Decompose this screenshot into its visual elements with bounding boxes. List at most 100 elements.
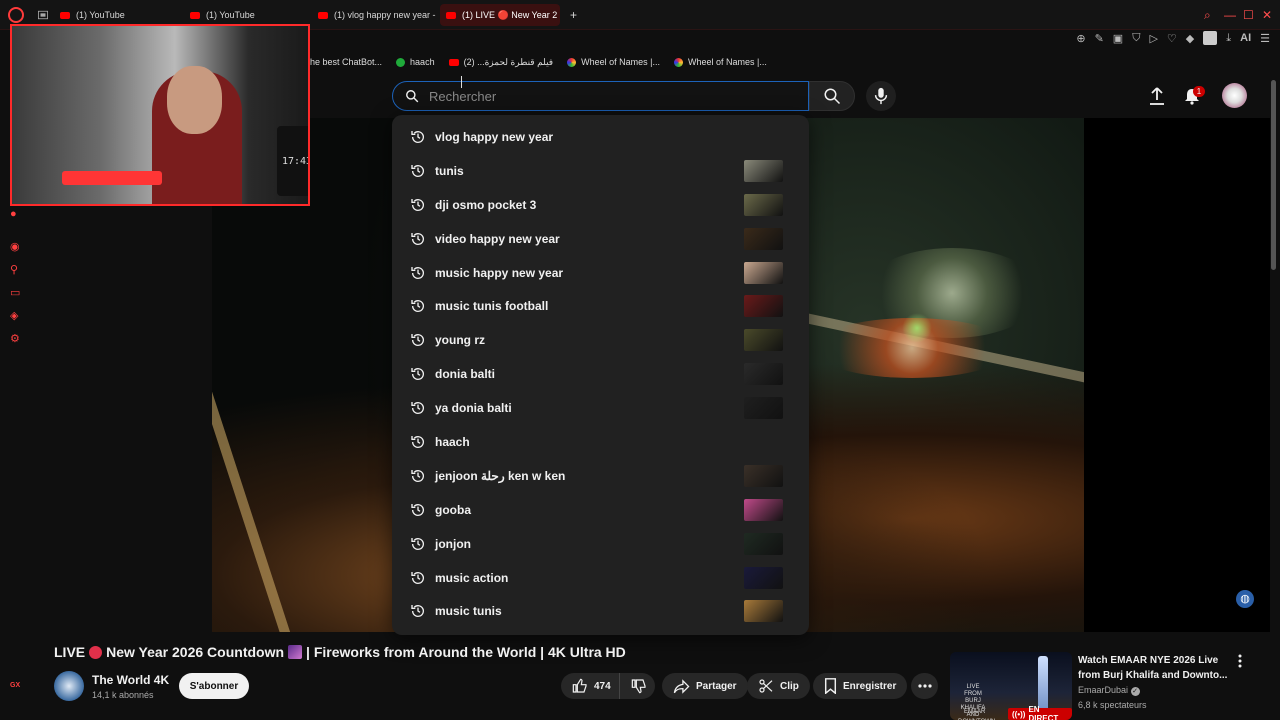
dislike-button[interactable] bbox=[619, 673, 655, 699]
search-input[interactable] bbox=[429, 88, 789, 104]
tab-youtube-1[interactable]: (1) YouTube bbox=[54, 4, 174, 26]
suggestion-item[interactable]: vlog happy new year bbox=[392, 120, 809, 154]
channel-name[interactable]: The World 4K bbox=[92, 673, 169, 687]
create-button[interactable] bbox=[1145, 84, 1169, 108]
sidebar-dot-icon[interactable]: ● bbox=[10, 208, 22, 220]
share-label: Partager bbox=[696, 680, 737, 692]
recommended-video[interactable]: LIVE FROM BURJ KHALIFA AND DOWNTOWN DUBA… bbox=[950, 652, 1246, 720]
tab-label: (1) LIVE 🔴 New Year 2 bbox=[462, 9, 558, 20]
clip-button[interactable]: Clip bbox=[747, 673, 810, 699]
zoom-icon[interactable]: ⊕ bbox=[1076, 32, 1085, 45]
suggestion-item[interactable]: music tunis bbox=[392, 594, 809, 628]
bookmark-haach[interactable]: haach bbox=[396, 57, 435, 67]
heart-icon[interactable]: ♡ bbox=[1167, 32, 1177, 45]
close-icon[interactable]: ✕ bbox=[1262, 8, 1272, 22]
menu-icon[interactable]: ☰ bbox=[1260, 32, 1270, 45]
rgb-light bbox=[62, 171, 162, 185]
suggestion-item[interactable]: jenjoon رحلة ken w ken bbox=[392, 459, 809, 493]
recommended-channel-name: EmaarDubai bbox=[1078, 685, 1129, 695]
recommended-thumbnail[interactable]: LIVE FROM BURJ KHALIFA AND DOWNTOWN DUBA… bbox=[950, 652, 1072, 720]
sidebar-player-icon[interactable]: ◉ bbox=[10, 240, 22, 253]
suggestion-item[interactable]: jonjon bbox=[392, 527, 809, 561]
suggestion-item[interactable]: dji osmo pocket 3 bbox=[392, 188, 809, 222]
suggestion-item[interactable]: video happy new year bbox=[392, 222, 809, 256]
search-icon bbox=[406, 90, 419, 103]
suggestion-item[interactable]: tunis bbox=[392, 154, 809, 188]
history-icon bbox=[411, 537, 424, 550]
suggestion-item[interactable]: donia balti bbox=[392, 357, 809, 391]
page-scrollbar[interactable] bbox=[1271, 80, 1276, 270]
suggestion-item[interactable]: young rz bbox=[392, 323, 809, 357]
suggestion-item[interactable]: music happy new year bbox=[392, 256, 809, 290]
suggestion-thumbnail bbox=[744, 227, 783, 250]
search-box[interactable] bbox=[392, 81, 809, 111]
browser-search-icon[interactable]: ⌕ bbox=[1204, 8, 1211, 23]
download-icon[interactable]: ⤓ bbox=[1226, 32, 1231, 45]
sidebar-history-icon[interactable]: ▭ bbox=[10, 286, 22, 299]
history-icon bbox=[411, 164, 424, 177]
suggestion-label: video happy new year bbox=[435, 231, 560, 246]
recommended-channel[interactable]: EmaarDubai ✓ bbox=[1078, 685, 1140, 696]
share-button[interactable]: Partager bbox=[662, 673, 748, 699]
like-button[interactable]: 474 bbox=[561, 673, 619, 699]
bookmark-wheel-of-names-1[interactable]: Wheel of Names |... bbox=[567, 57, 660, 67]
ai-button[interactable]: AI bbox=[1240, 32, 1251, 44]
suggestion-item[interactable]: music tunis football bbox=[392, 289, 809, 323]
subscriber-count: 14,1 k abonnés bbox=[92, 690, 154, 700]
history-icon bbox=[411, 605, 424, 618]
sidebar-settings-icon[interactable]: ⚙ bbox=[10, 332, 22, 345]
more-vertical-icon[interactable] bbox=[1236, 654, 1244, 668]
history-icon bbox=[411, 435, 424, 448]
subscribe-button[interactable]: S'abonner bbox=[179, 673, 249, 699]
recommended-title[interactable]: Watch EMAAR NYE 2026 Live from Burj Khal… bbox=[1078, 653, 1238, 683]
tab-overview-icon[interactable] bbox=[32, 4, 54, 26]
more-actions-button[interactable] bbox=[911, 673, 938, 699]
channel-avatar[interactable] bbox=[54, 671, 84, 701]
sidebar-gx-corner-icon[interactable]: ◈ bbox=[10, 309, 22, 322]
bookmark-wheel-of-names-2[interactable]: Wheel of Names |... bbox=[673, 57, 767, 67]
account-avatar[interactable] bbox=[1222, 83, 1247, 108]
sidebar-pin-icon[interactable]: ⚲ bbox=[10, 263, 22, 276]
search-suggestions-dropdown: vlog happy new year tunis dji osmo pocket … bbox=[392, 115, 809, 635]
snapshot-icon[interactable]: ▣ bbox=[1113, 32, 1123, 45]
suggestion-thumbnail bbox=[744, 600, 783, 623]
tab-vlog-happy-new-year[interactable]: (1) vlog happy new year - bbox=[312, 4, 436, 26]
bookmark-chatbot[interactable]: he best ChatBot... bbox=[310, 57, 382, 67]
suggestion-item[interactable]: haach bbox=[392, 425, 809, 459]
history-icon bbox=[411, 266, 424, 279]
suggestion-item[interactable]: gooba bbox=[392, 493, 809, 527]
bookmark-label: haach bbox=[410, 57, 435, 67]
minimize-icon[interactable]: — bbox=[1224, 8, 1236, 22]
player-right-blank bbox=[1084, 118, 1270, 632]
more-horizontal-icon bbox=[917, 684, 932, 688]
play-icon[interactable]: ▷ bbox=[1149, 32, 1157, 45]
history-icon bbox=[411, 469, 424, 482]
tab-label: (1) vlog happy new year - bbox=[334, 10, 436, 20]
shield-icon[interactable]: ⛉ bbox=[1132, 32, 1140, 45]
live-signal-icon: ((•)) bbox=[1012, 709, 1026, 719]
search-button[interactable] bbox=[809, 81, 855, 111]
bookmark-film[interactable]: فيلم قنطرة لحمزة... (2) bbox=[448, 56, 554, 68]
history-icon bbox=[411, 571, 424, 584]
suggestion-thumbnail bbox=[744, 464, 783, 487]
extensions-icon[interactable]: ◆ bbox=[1186, 32, 1194, 45]
opera-gx-logo-icon[interactable] bbox=[8, 7, 24, 23]
profile-extension-icon[interactable] bbox=[1203, 31, 1218, 45]
history-icon bbox=[411, 232, 424, 245]
bookmark-label: Wheel of Names |... bbox=[581, 57, 660, 67]
suggestion-item[interactable]: ya donia balti bbox=[392, 391, 809, 425]
bookmark-label: فيلم قنطرة لحمزة... (2) bbox=[463, 56, 554, 67]
suggestion-item[interactable]: music action bbox=[392, 561, 809, 595]
save-button[interactable]: Enregistrer bbox=[813, 673, 908, 699]
maximize-icon[interactable]: ☐ bbox=[1243, 8, 1254, 22]
pin-icon[interactable]: ✎ bbox=[1095, 32, 1104, 45]
tab-youtube-2[interactable]: (1) YouTube bbox=[184, 4, 304, 26]
tab-live-new-year[interactable]: (1) LIVE 🔴 New Year 2 bbox=[440, 4, 560, 26]
sidebar-gx-icon[interactable]: GX bbox=[10, 682, 22, 694]
globe-icon[interactable]: ◍ bbox=[1236, 590, 1254, 608]
youtube-favicon-icon bbox=[190, 11, 200, 19]
suggestion-label: dji osmo pocket 3 bbox=[435, 197, 537, 212]
voice-search-button[interactable] bbox=[866, 81, 896, 111]
new-tab-button[interactable]: + bbox=[564, 4, 582, 26]
bookmarks-bar: he best ChatBot... haach فيلم قنطرة لحمز… bbox=[310, 52, 767, 72]
